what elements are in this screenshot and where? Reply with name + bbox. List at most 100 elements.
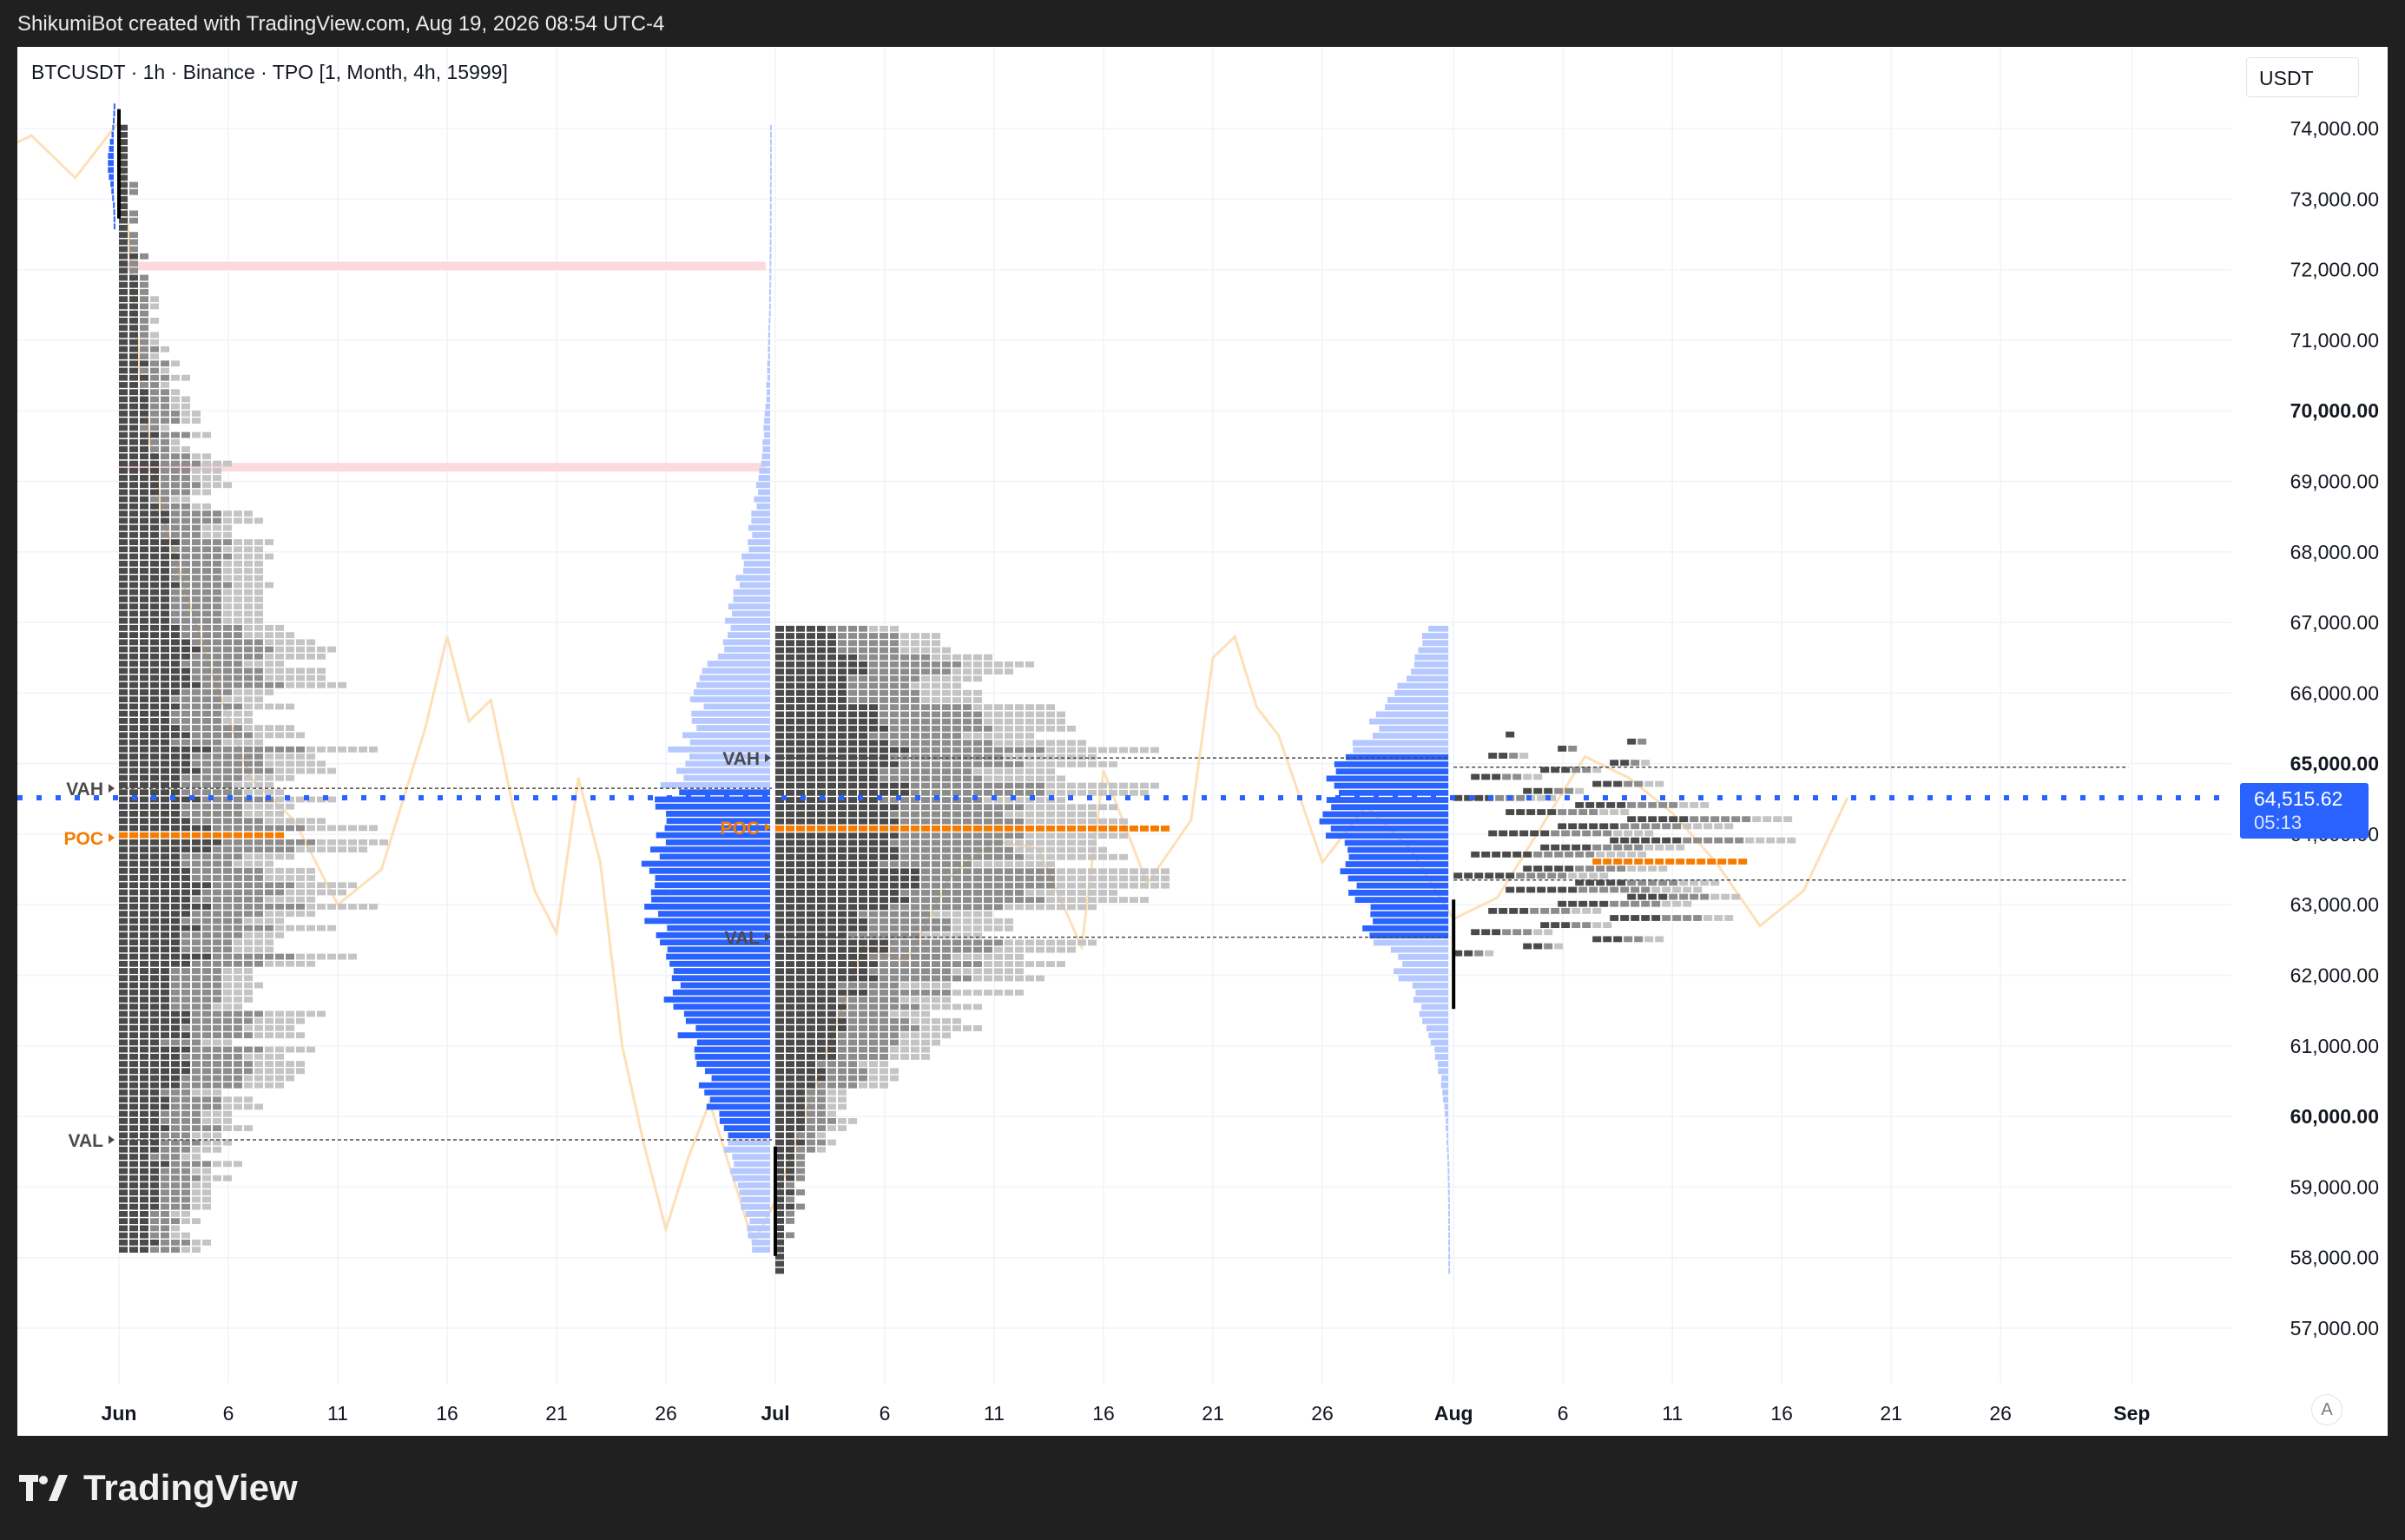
tpo-block [296,746,305,753]
tpo-block [880,747,888,754]
tpo-block [807,839,815,846]
tpo-chart[interactable]: VAHVALPOCVAHVALPOC74,000.0073,000.0072,0… [17,47,2388,1436]
tpo-block [140,1075,148,1082]
tpo-block [161,939,169,945]
tpo-block [265,639,273,646]
tpo-block [275,639,284,646]
tpo-block [171,1132,180,1139]
tpo-block [890,868,899,875]
tpo-block [171,1032,180,1039]
tpo-block [1679,816,1689,823]
tpo-block [1036,846,1044,853]
tpo-block [838,1046,847,1053]
tpo-block [880,946,888,953]
tpo-block [942,925,951,931]
tpo-block [817,904,826,911]
tpo-block [1613,780,1623,787]
tpo-block [244,1061,253,1067]
tpo-block [942,968,951,975]
tpo-block [181,997,190,1003]
tpo-block [171,867,180,874]
tpo-block [223,675,232,681]
tpo-block [192,1175,201,1181]
tpo-block [1516,872,1525,879]
tpo-block [963,797,972,803]
tpo-block [275,675,284,681]
tpo-block [202,1139,211,1146]
tpo-block [181,1203,190,1210]
tpo-block [786,1054,794,1060]
tpo-block [234,925,242,931]
tpo-block [140,418,148,424]
volume-profile-bar [768,289,771,295]
tpo-block [161,1146,169,1153]
tpo-block [161,839,169,846]
tpo-block [848,740,857,747]
symbol-legend[interactable]: BTCUSDT · 1h · Binance · TPO [1, Month, … [31,61,508,84]
tpo-block [963,711,972,718]
tradingview-brand[interactable]: TradingView [19,1467,298,1509]
tpo-block [786,853,794,860]
tpo-block [119,803,128,810]
tpo-block [1005,961,1013,967]
tpo-block [327,889,336,896]
tpo-block [807,682,815,689]
tpo-block [1025,882,1034,889]
tpo-block [963,754,972,760]
tpo-block [1700,816,1710,823]
time-tick-label: 26 [655,1402,677,1425]
tpo-block [181,639,190,646]
tpo-block [129,853,138,860]
tpo-block [848,1017,857,1024]
tpo-block [296,839,305,846]
tpo-block [1015,853,1024,860]
tpo-block [786,1032,794,1039]
tpo-block [181,675,190,681]
poc-tpo-block [796,826,805,832]
tpo-block [161,589,169,596]
tpo-block [880,868,888,875]
tpo-block [1766,837,1776,844]
tpo-block [254,1010,263,1017]
tpo-block [859,1004,867,1010]
tpo-block [234,853,242,860]
tpo-block [838,939,847,946]
tpo-block [869,625,878,632]
tpo-block [1453,872,1463,879]
tpo-block [1620,915,1630,921]
tpo-block [1098,818,1107,825]
tpo-block [796,868,805,875]
tpo-block [869,675,878,682]
tpo-block [807,975,815,982]
chart-pane[interactable]: VAH VAL POC VAH VAL POC 74,000.00 73,000.00 72,0… [17,47,2388,1436]
tpo-block [192,989,201,996]
tpo-block [1015,747,1024,754]
vah-label: VAH [722,749,760,769]
tpo-block [234,904,242,910]
tpo-block [921,968,930,975]
tpo-block [859,968,867,975]
currency-selector[interactable]: USDT [2246,57,2359,97]
tpo-block [254,553,263,560]
tpo-block [994,711,1003,718]
tpo-block [1634,936,1644,943]
tpo-block [1485,872,1494,879]
tpo-block [1506,809,1515,815]
tpo-block [1658,865,1668,872]
tpo-block [296,867,305,874]
tpo-block [900,761,909,767]
tpo-block [890,682,899,689]
volume-profile-bar [761,460,770,467]
tpo-block [1627,816,1637,823]
tpo-block [1523,929,1532,936]
tpo-block [859,661,867,668]
tpo-block [265,811,273,817]
tpo-block [244,653,253,660]
tpo-block [181,596,190,602]
tpo-block [213,1110,221,1117]
auto-scale-button[interactable]: A [2311,1394,2342,1425]
tpo-block [994,818,1003,825]
tpo-block [1464,950,1473,957]
tpo-block [973,733,982,739]
tpo-block [202,661,211,667]
